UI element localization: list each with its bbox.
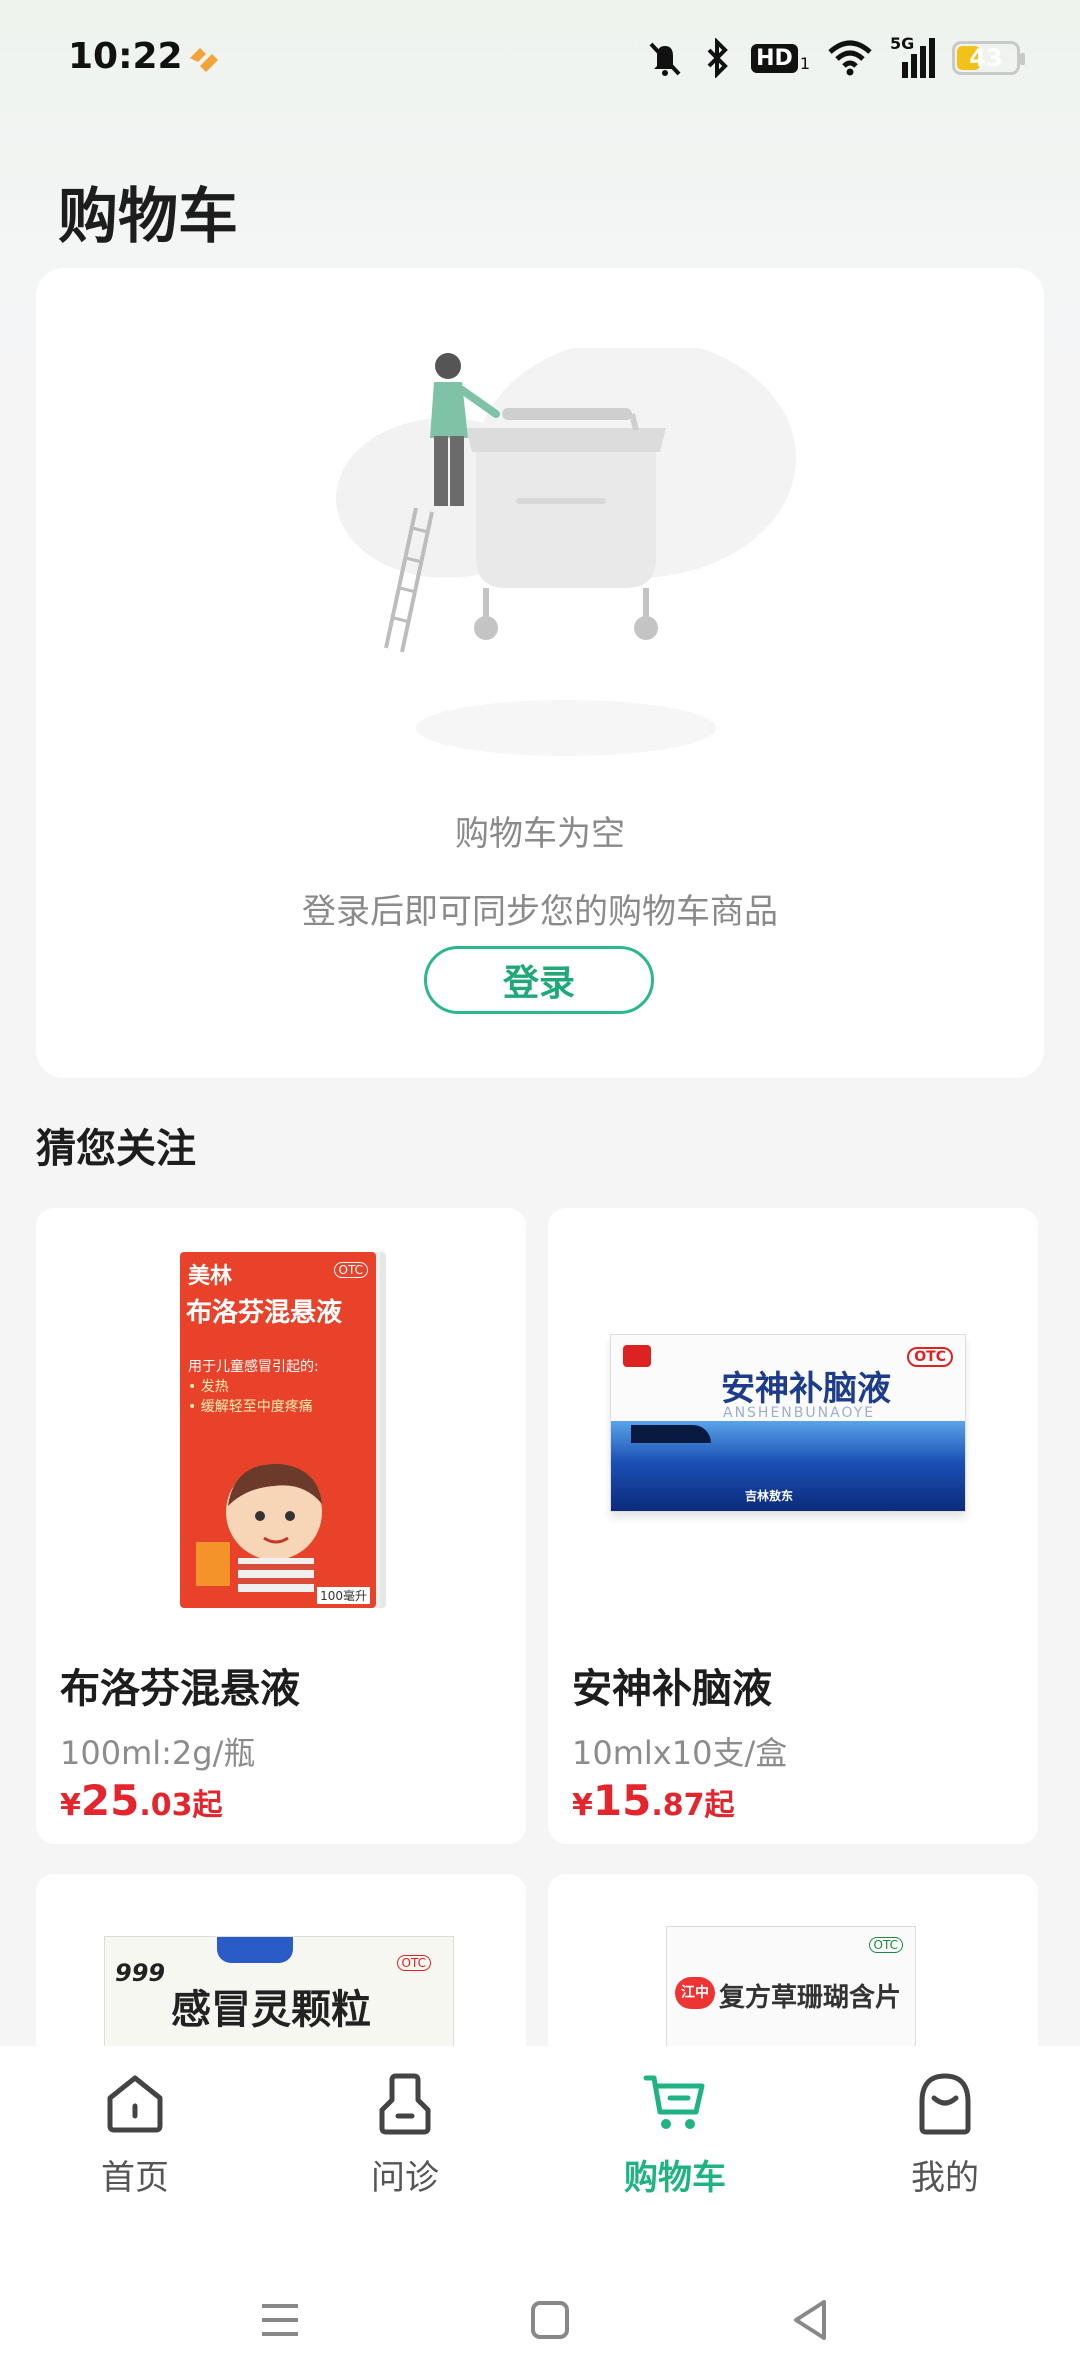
price-suffix: 起 <box>192 1788 223 1823</box>
bluetooth-icon <box>707 38 728 78</box>
product-spec: 10mlx10支/盒 <box>572 1734 788 1772</box>
home-icon <box>107 2075 163 2133</box>
nav-home-label: 首页 <box>101 2158 169 2198</box>
box-brand: 999 <box>115 1959 166 1987</box>
back-icon[interactable] <box>790 2298 830 2342</box>
status-bar: 10:22 HD 1 5G 43 <box>0 0 1080 120</box>
bottom-nav: 首页 问诊 购物车 我的 <box>0 2046 1080 2246</box>
product-image: OTC 江中 复方草珊瑚含片 <box>666 1926 916 2056</box>
network-label: 5G <box>890 34 915 53</box>
product-price: ¥25.03起 <box>60 1776 222 1825</box>
nav-profile[interactable]: 我的 <box>845 2070 1045 2230</box>
price-symbol: ¥ <box>572 1788 593 1823</box>
empty-cart-subtitle: 登录后即可同步您的购物车商品 <box>302 892 778 932</box>
box-child-illustration <box>196 1463 322 1592</box>
otc-badge: OTC <box>396 1955 431 1971</box>
status-time: 10:22 <box>68 36 183 77</box>
nav-cart[interactable]: 购物车 <box>575 2070 775 2230</box>
price-symbol: ¥ <box>60 1788 81 1823</box>
product-image: 美林 OTC 布洛芬混悬液 用于儿童感冒引起的: • 发热 • 缓解轻至中度疼痛 <box>36 1208 526 1648</box>
price-integer: 15 <box>592 1776 652 1825</box>
box-title: 布洛芬混悬液 <box>186 1298 343 1328</box>
product-image: OTC 安神补脑液 ANSHENBUNAOYE 吉林敖东 <box>548 1208 1038 1648</box>
product-price: ¥15.87起 <box>572 1776 734 1825</box>
nav-cart-label: 购物车 <box>624 2158 726 2198</box>
box-maker: 吉林敖东 <box>745 1489 794 1503</box>
recommend-section-title: 猜您关注 <box>36 1126 196 1172</box>
box-brand: 美林 <box>188 1264 233 1289</box>
product-card[interactable]: OTC 安神补脑液 ANSHENBUNAOYE 吉林敖东 安神补脑液 10mlx… <box>548 1208 1038 1844</box>
price-decimal: .87 <box>651 1788 705 1823</box>
product-name: 安神补脑液 <box>572 1666 772 1712</box>
home-square-icon[interactable] <box>530 2300 570 2340</box>
box-title: 安神补脑液 <box>721 1369 891 1409</box>
battery-icon: 43 <box>952 41 1025 75</box>
box-pinyin: ANSHENBUNAOYE <box>723 1405 876 1421</box>
otc-badge: OTC <box>868 1937 903 1953</box>
box-title: 复方草珊瑚含片 <box>719 1983 902 2013</box>
nav-consult[interactable]: 问诊 <box>305 2070 505 2230</box>
page-title: 购物车 <box>58 182 238 252</box>
otc-badge: OTC <box>333 1262 368 1278</box>
empty-cart-card: 购物车为空 登录后即可同步您的购物车商品 登录 <box>36 268 1044 1078</box>
hd-icon: HD 1 <box>751 43 810 73</box>
box-line: • 缓解轻至中度疼痛 <box>188 1399 313 1415</box>
cart-icon <box>643 2075 705 2129</box>
nav-home[interactable]: 首页 <box>35 2070 235 2230</box>
empty-cart-illustration <box>336 348 796 756</box>
hd-label: HD <box>751 43 798 73</box>
login-button[interactable]: 登录 <box>424 946 654 1014</box>
box-line: • 发热 <box>188 1379 229 1395</box>
status-icons: HD 1 5G 43 <box>645 34 1025 80</box>
battery-level: 43 <box>969 44 1003 72</box>
price-integer: 25 <box>80 1776 140 1825</box>
price-decimal: .03 <box>139 1788 193 1823</box>
box-title: 感冒灵颗粒 <box>171 1987 371 2033</box>
wifi-icon <box>828 40 872 76</box>
signal-icon: 5G <box>890 34 935 78</box>
brand-icon <box>190 48 218 72</box>
system-nav-bar <box>0 2246 1080 2376</box>
empty-cart-title: 购物车为空 <box>455 814 625 854</box>
box-volume: 100毫升 <box>317 1587 370 1604</box>
menu-icon[interactable] <box>260 2302 300 2338</box>
nav-consult-label: 问诊 <box>371 2158 439 2198</box>
cart-page: 10:22 HD 1 5G 43 购物车 购物车为空 登录后即可同步您的购物车商… <box>0 0 1080 2376</box>
sim-index: 1 <box>799 53 810 73</box>
product-image: 999 OTC 感冒灵颗粒 <box>104 1936 454 2056</box>
nav-profile-label: 我的 <box>911 2158 979 2198</box>
profile-icon <box>919 2073 971 2135</box>
mute-bell-icon <box>649 42 681 76</box>
price-suffix: 起 <box>704 1788 735 1823</box>
product-name: 布洛芬混悬液 <box>60 1666 300 1712</box>
box-line: 用于儿童感冒引起的: <box>188 1359 319 1375</box>
product-spec: 100ml:2g/瓶 <box>60 1734 256 1772</box>
product-card[interactable]: 美林 OTC 布洛芬混悬液 用于儿童感冒引起的: • 发热 • 缓解轻至中度疼痛 <box>36 1208 526 1844</box>
otc-badge: OTC <box>907 1347 953 1367</box>
consult-icon <box>379 2073 431 2135</box>
box-brand: 江中 <box>675 1977 715 2009</box>
